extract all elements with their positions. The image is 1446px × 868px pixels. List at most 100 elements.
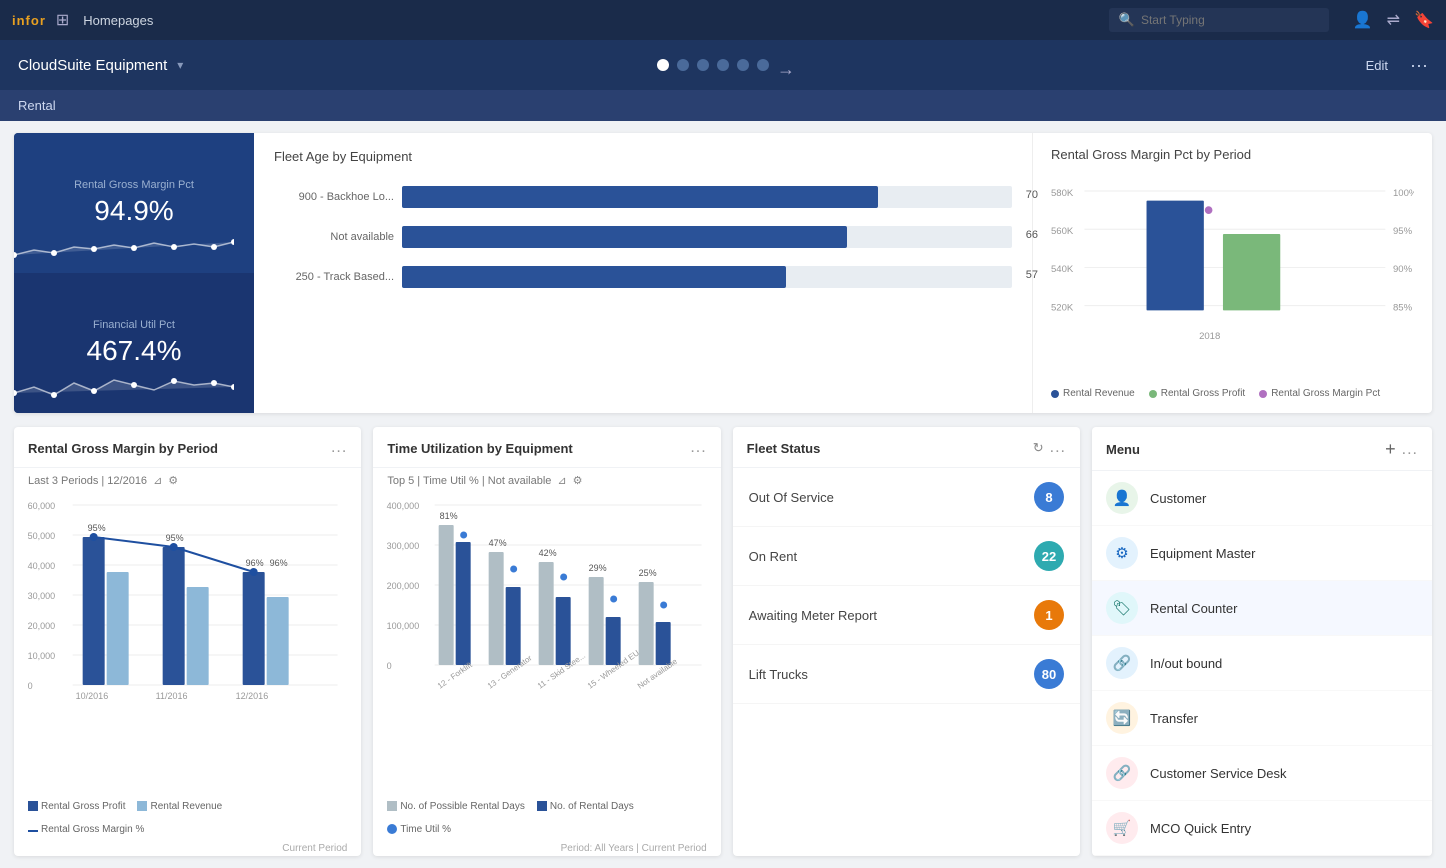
tu-legend: No. of Possible Rental Days No. of Renta… (373, 795, 720, 841)
search-box[interactable]: 🔍 (1109, 8, 1329, 32)
kpi-top: Rental Gross Margin Pct 94.9% (14, 133, 254, 273)
bar-label-2: 250 - Track Based... (274, 271, 394, 283)
rgm-filter-icon[interactable]: ⊿ (153, 474, 162, 487)
menu-item-5[interactable]: 🔗 Customer Service Desk (1092, 746, 1432, 801)
user-icon[interactable]: 👤 (1353, 10, 1373, 30)
svg-text:85%: 85% (1393, 302, 1413, 313)
fs-body: Out Of Service 8 On Rent 22 Awaiting Met… (733, 468, 1080, 704)
svg-text:25%: 25% (639, 568, 657, 578)
rgm-title: Rental Gross Margin by Period (28, 441, 325, 456)
fs-label-0: Out Of Service (749, 490, 1034, 505)
rental-gross-margin-card: Rental Gross Margin by Period ... Last 3… (14, 427, 361, 856)
menu-item-4[interactable]: 🔄 Transfer (1092, 691, 1432, 746)
top-nav-icons: 👤 ⇌ 🔖 (1353, 10, 1434, 30)
bottom-row: Rental Gross Margin by Period ... Last 3… (14, 427, 1432, 856)
rgm-legend-pct: Rental Gross Margin % (28, 824, 144, 835)
menu-item-6[interactable]: 🛒 MCO Quick Entry (1092, 801, 1432, 856)
menu-item-3[interactable]: 🔗 In/out bound (1092, 636, 1432, 691)
svg-text:29%: 29% (589, 563, 607, 573)
dot-7[interactable]: → (777, 59, 789, 71)
svg-text:10/2016: 10/2016 (76, 691, 109, 701)
kpi-top-label: Rental Gross Margin Pct (74, 179, 194, 191)
menu-label-4: Transfer (1150, 711, 1198, 726)
fs-badge-2: 1 (1034, 600, 1064, 630)
bar-fill-2 (402, 266, 786, 288)
top-widget-row: Rental Gross Margin Pct 94.9% Financial … (14, 133, 1432, 413)
fs-refresh-icon[interactable]: ↻ (1033, 440, 1044, 456)
rgm-more[interactable]: ... (331, 439, 347, 457)
fs-label-1: On Rent (749, 549, 1034, 564)
fs-item-0[interactable]: Out Of Service 8 (733, 468, 1080, 527)
fs-badge-3: 80 (1034, 659, 1064, 689)
bar-track-1: 66 (402, 226, 1012, 248)
bar-track-2: 57 (402, 266, 1012, 288)
rental-margin-svg: 580K 560K 540K 520K 100% 95% 90% 85% (1051, 174, 1414, 380)
menu-item-2[interactable]: 🏷 Rental Counter (1092, 581, 1432, 636)
rgm-settings-icon[interactable]: ⚙ (168, 474, 178, 487)
bar-fill-1 (402, 226, 847, 248)
menu-items: 👤 Customer ⚙ Equipment Master 🏷 Rental C… (1092, 471, 1432, 856)
svg-text:50,000: 50,000 (28, 531, 56, 541)
svg-text:47%: 47% (489, 538, 507, 548)
tu-header: Time Utilization by Equipment ... (373, 427, 720, 468)
svg-text:11/2016: 11/2016 (156, 691, 188, 701)
customer-icon: 👤 (1106, 482, 1138, 514)
dot-4[interactable] (717, 59, 729, 71)
bar-track-0: 70 (402, 186, 1012, 208)
legend-item-pct: Rental Gross Margin Pct (1259, 388, 1380, 399)
app-title: CloudSuite Equipment (18, 57, 167, 74)
svg-text:0: 0 (387, 661, 392, 671)
svg-text:96%: 96% (246, 558, 264, 568)
kpi-panel: Rental Gross Margin Pct 94.9% Financial … (14, 133, 254, 413)
fs-item-3[interactable]: Lift Trucks 80 (733, 645, 1080, 704)
svg-text:400,000: 400,000 (387, 501, 420, 511)
dot-1[interactable] (657, 59, 669, 71)
menu-more[interactable]: ... (1402, 441, 1418, 459)
search-input[interactable] (1141, 13, 1301, 27)
fs-item-2[interactable]: Awaiting Meter Report 1 (733, 586, 1080, 645)
tu-legend-util: Time Util % (387, 824, 451, 835)
svg-text:560K: 560K (1051, 226, 1074, 237)
grid-icon[interactable]: ⊞ (56, 10, 69, 30)
rgm-header: Rental Gross Margin by Period ... (14, 427, 361, 468)
tu-filter-icon[interactable]: ⊿ (557, 474, 566, 487)
title-dropdown-icon[interactable]: ▾ (177, 58, 183, 72)
menu-item-1[interactable]: ⚙ Equipment Master (1092, 526, 1432, 581)
bookmark-icon[interactable]: 🔖 (1414, 10, 1434, 30)
fleet-age-chart: 900 - Backhoe Lo... 70 Not available 66 … (274, 186, 1012, 288)
rental-margin-legend: Rental Revenue Rental Gross Profit Renta… (1051, 388, 1414, 399)
svg-text:10,000: 10,000 (28, 651, 56, 661)
menu-add-icon[interactable]: + (1385, 439, 1396, 460)
fs-more[interactable]: ... (1050, 439, 1066, 457)
menu-item-0[interactable]: 👤 Customer (1092, 471, 1432, 526)
time-util-card: Time Utilization by Equipment ... Top 5 … (373, 427, 720, 856)
header-more-icon[interactable]: ··· (1410, 55, 1428, 76)
fs-item-1[interactable]: On Rent 22 (733, 527, 1080, 586)
fleet-age-title: Fleet Age by Equipment (274, 149, 1012, 164)
fs-badge-0: 8 (1034, 482, 1064, 512)
tu-subheader-text: Top 5 | Time Util % | Not available (387, 475, 551, 487)
tu-settings-icon[interactable]: ⚙ (573, 474, 583, 487)
share-icon[interactable]: ⇌ (1387, 10, 1400, 30)
tu-subheader: Top 5 | Time Util % | Not available ⊿ ⚙ (373, 468, 720, 493)
tu-legend-possible: No. of Possible Rental Days (387, 801, 525, 812)
svg-text:96%: 96% (270, 558, 288, 568)
rgm-legend-revenue: Rental Revenue (137, 801, 222, 812)
menu-title: Menu (1106, 442, 1379, 457)
tu-chart-body: 400,000 300,000 200,000 100,000 0 81% (373, 493, 720, 795)
rental-counter-icon: 🏷 (1106, 592, 1138, 624)
fleet-status-card: Fleet Status ↻ ... Out Of Service 8 On R… (733, 427, 1080, 856)
bar-val-2: 57 (1026, 269, 1038, 281)
tu-more[interactable]: ... (690, 439, 706, 457)
menu-label-3: In/out bound (1150, 656, 1222, 671)
dot-2[interactable] (677, 59, 689, 71)
dot-3[interactable] (697, 59, 709, 71)
svg-text:100,000: 100,000 (387, 621, 420, 631)
dot-6[interactable] (757, 59, 769, 71)
rental-margin-panel: Rental Gross Margin Pct by Period 580K 5… (1032, 133, 1432, 413)
dot-5[interactable] (737, 59, 749, 71)
edit-button[interactable]: Edit (1366, 58, 1388, 73)
menu-card: Menu + ... 👤 Customer ⚙ Equipment Master… (1092, 427, 1432, 856)
fs-label-3: Lift Trucks (749, 667, 1034, 682)
menu-label-5: Customer Service Desk (1150, 766, 1287, 781)
